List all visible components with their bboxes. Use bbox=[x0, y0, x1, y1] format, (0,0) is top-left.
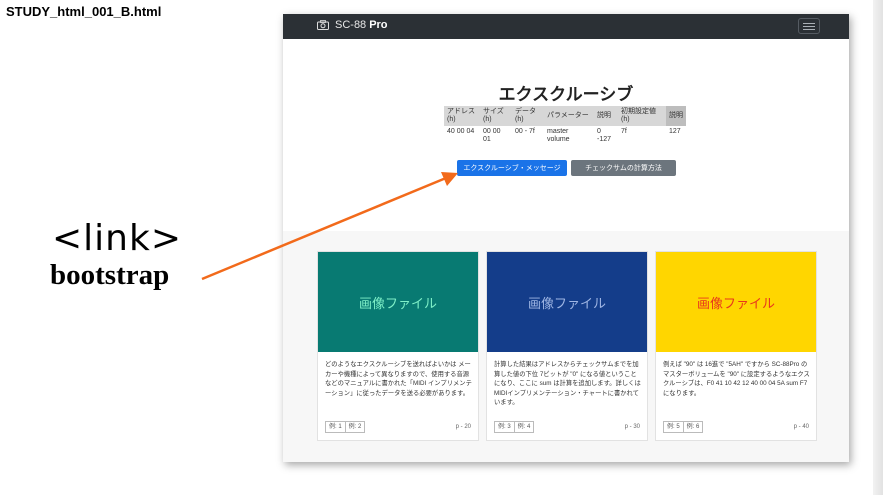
card: 画像ファイル どのようなエクスクルーシブを送ればよいかは メーカーや機種によって… bbox=[317, 251, 479, 441]
card: 画像ファイル 例えば "90" は 16進で "5AH" ですから SC-88P… bbox=[655, 251, 817, 441]
card-page: p - 40 bbox=[793, 424, 809, 430]
navbar-toggler-button[interactable] bbox=[798, 18, 820, 34]
table-header-row: アドレス (h) サイズ (h) データ (h) パラメーター 説明 初期設定値… bbox=[444, 106, 686, 126]
hero-title: エクスクルーシブ bbox=[498, 85, 634, 104]
camera-icon bbox=[317, 20, 329, 30]
card-button-group: 例: 5 例: 6 bbox=[663, 421, 704, 433]
card-footer: 例: 5 例: 6 p - 40 bbox=[663, 421, 809, 433]
header-description-2: 説明 bbox=[666, 106, 686, 126]
exclusive-message-button[interactable]: エクスクルーシブ・メッセージ bbox=[457, 160, 567, 176]
parameter-table: アドレス (h) サイズ (h) データ (h) パラメーター 説明 初期設定値… bbox=[444, 106, 686, 148]
card-button-group: 例: 3 例: 4 bbox=[494, 421, 535, 433]
brand-text: SC-88 bbox=[335, 19, 367, 31]
table-row: 40 00 04 00 00 01 00 - 7f master volume … bbox=[444, 126, 686, 148]
card-text: どのようなエクスクルーシブを送ればよいかは メーカーや機種によって異なりますので… bbox=[325, 361, 472, 397]
header-default: 初期設定値(h) bbox=[618, 106, 666, 126]
header-size: サイズ (h) bbox=[480, 106, 512, 126]
cell-data: 00 - 7f bbox=[515, 128, 535, 135]
example-5-button[interactable]: 例: 5 bbox=[663, 421, 684, 433]
example-1-button[interactable]: 例: 1 bbox=[325, 421, 346, 433]
cell-default: 7f bbox=[621, 128, 627, 135]
example-2-button[interactable]: 例: 2 bbox=[345, 421, 366, 433]
card-page: p - 30 bbox=[624, 424, 640, 430]
card-button-group: 例: 1 例: 2 bbox=[325, 421, 366, 433]
album-section: 画像ファイル どのようなエクスクルーシブを送ればよいかは メーカーや機種によって… bbox=[283, 231, 849, 462]
window-edge bbox=[873, 0, 883, 495]
cell-description: 0 -127 bbox=[597, 128, 612, 143]
navbar-brand[interactable]: SC-88 Pro bbox=[317, 19, 388, 31]
annotation-word: bootstrap bbox=[50, 259, 170, 291]
cell-size: 00 00 01 bbox=[483, 128, 501, 143]
card-thumbnail: 画像ファイル bbox=[656, 252, 816, 352]
card-page: p - 20 bbox=[455, 424, 471, 430]
header-data: データ (h) bbox=[512, 106, 544, 126]
header-address: アドレス (h) bbox=[444, 106, 480, 126]
example-4-button[interactable]: 例: 4 bbox=[514, 421, 535, 433]
file-title: STUDY_html_001_B.html bbox=[6, 4, 162, 19]
card-footer: 例: 1 例: 2 p - 20 bbox=[325, 421, 471, 433]
browser-window: SC-88 Pro エクスクルーシブ アドレス (h) サイズ (h) データ … bbox=[283, 14, 849, 462]
card-thumbnail: 画像ファイル bbox=[318, 252, 478, 352]
card-text: 計算した結果はアドレスからチェックサムまでを加算した値の下位 7ビットが "0"… bbox=[494, 361, 641, 406]
navbar: SC-88 Pro bbox=[283, 14, 849, 39]
checksum-method-button[interactable]: チェックサムの計算方法 bbox=[571, 160, 676, 176]
example-6-button[interactable]: 例: 6 bbox=[683, 421, 704, 433]
annotation-tag: <link> bbox=[52, 218, 182, 259]
card-thumbnail: 画像ファイル bbox=[487, 252, 647, 352]
hamburger-icon bbox=[803, 25, 815, 27]
brand-bold: Pro bbox=[369, 19, 388, 31]
hamburger-icon bbox=[803, 22, 815, 24]
header-description: 説明 bbox=[594, 106, 618, 126]
cell-description-2: 127 bbox=[669, 128, 681, 135]
annotation: <link> bootstrap bbox=[50, 220, 220, 292]
cell-address: 40 00 04 bbox=[447, 128, 475, 135]
hamburger-icon bbox=[803, 28, 815, 30]
card-footer: 例: 3 例: 4 p - 30 bbox=[494, 421, 640, 433]
example-3-button[interactable]: 例: 3 bbox=[494, 421, 515, 433]
card-text: 例えば "90" は 16進で "5AH" ですから SC-88Pro のマスタ… bbox=[663, 361, 810, 397]
header-parameter: パラメーター bbox=[544, 106, 594, 126]
cell-parameter: master volume bbox=[547, 128, 570, 143]
card: 画像ファイル 計算した結果はアドレスからチェックサムまでを加算した値の下位 7ビ… bbox=[486, 251, 648, 441]
